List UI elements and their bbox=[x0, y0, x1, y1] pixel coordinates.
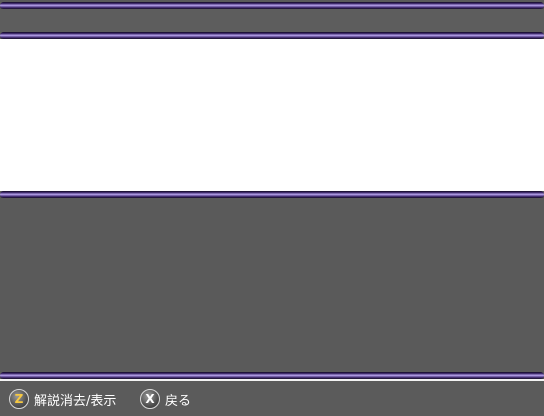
top-frame-bar bbox=[0, 2, 544, 9]
toggle-description-label: 解説消去/表示 bbox=[34, 393, 117, 409]
button-hint-footer: Z 解説消去/表示 X 戻る bbox=[0, 379, 544, 416]
description-text-panel bbox=[0, 39, 544, 191]
text-panel-bottom-border bbox=[0, 191, 544, 198]
text-panel-top-border bbox=[0, 32, 544, 39]
header-strip bbox=[0, 9, 544, 32]
z-button-icon: Z bbox=[9, 389, 29, 409]
content-panel bbox=[0, 198, 544, 372]
content-panel-bottom-border bbox=[0, 372, 544, 379]
toggle-description-hint[interactable]: Z 解説消去/表示 bbox=[9, 389, 116, 409]
x-button-icon: X bbox=[140, 389, 160, 409]
back-label: 戻る bbox=[165, 393, 192, 409]
back-hint[interactable]: X 戻る bbox=[140, 389, 191, 409]
